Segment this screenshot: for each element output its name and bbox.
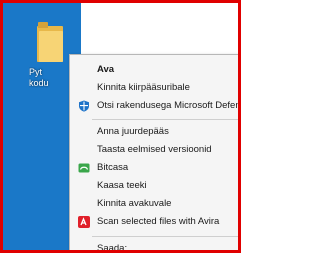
menu-separator (92, 119, 238, 120)
menu-item-label: Bitcasa (97, 162, 129, 173)
menu-item-avira-scan[interactable]: Scan selected files with Avira (70, 213, 238, 231)
folder-icon[interactable] (37, 22, 63, 62)
defender-shield-icon (78, 100, 90, 112)
menu-item-bitcasa[interactable]: Bitcasa (70, 159, 238, 177)
folder-tab (38, 22, 48, 28)
menu-item-restore-versions[interactable]: Taasta eelmised versioonid (70, 141, 238, 159)
menu-item-label: Saada: (97, 243, 128, 253)
menu-item-open[interactable]: Ava (70, 61, 238, 79)
menu-item-pin-quick-access[interactable]: Kinnita kiirpääsuribale (70, 79, 238, 97)
screenshot-frame: Pyt kodu Ava Kinnita kiirpääsuribale Ots… (0, 0, 241, 253)
menu-item-send-to[interactable]: Saada: (70, 240, 238, 253)
menu-item-label: Taasta eelmised versioonid (97, 144, 212, 155)
menu-item-give-access[interactable]: Anna juurdepääs (70, 123, 238, 141)
menu-item-label: Ava (97, 64, 115, 75)
menu-item-label: Kaasa teeki (97, 180, 147, 191)
menu-item-pin-start[interactable]: Kinnita avakuvale (70, 195, 238, 213)
menu-item-label: Kinnita kiirpääsuribale (97, 82, 190, 93)
menu-separator (92, 236, 238, 237)
menu-item-label: Scan selected files with Avira (97, 216, 220, 227)
menu-item-label: Otsi rakendusega Microsoft Defender... (97, 100, 241, 111)
menu-item-include-library[interactable]: Kaasa teeki (70, 177, 238, 195)
context-menu: Ava Kinnita kiirpääsuribale Otsi rakendu… (69, 54, 241, 253)
folder-front (39, 31, 63, 62)
menu-item-scan-defender[interactable]: Otsi rakendusega Microsoft Defender... (70, 97, 241, 115)
menu-item-label: Kinnita avakuvale (97, 198, 172, 209)
bitcasa-icon (78, 162, 90, 174)
avira-icon (78, 216, 90, 228)
menu-item-label: Anna juurdepääs (97, 126, 169, 137)
